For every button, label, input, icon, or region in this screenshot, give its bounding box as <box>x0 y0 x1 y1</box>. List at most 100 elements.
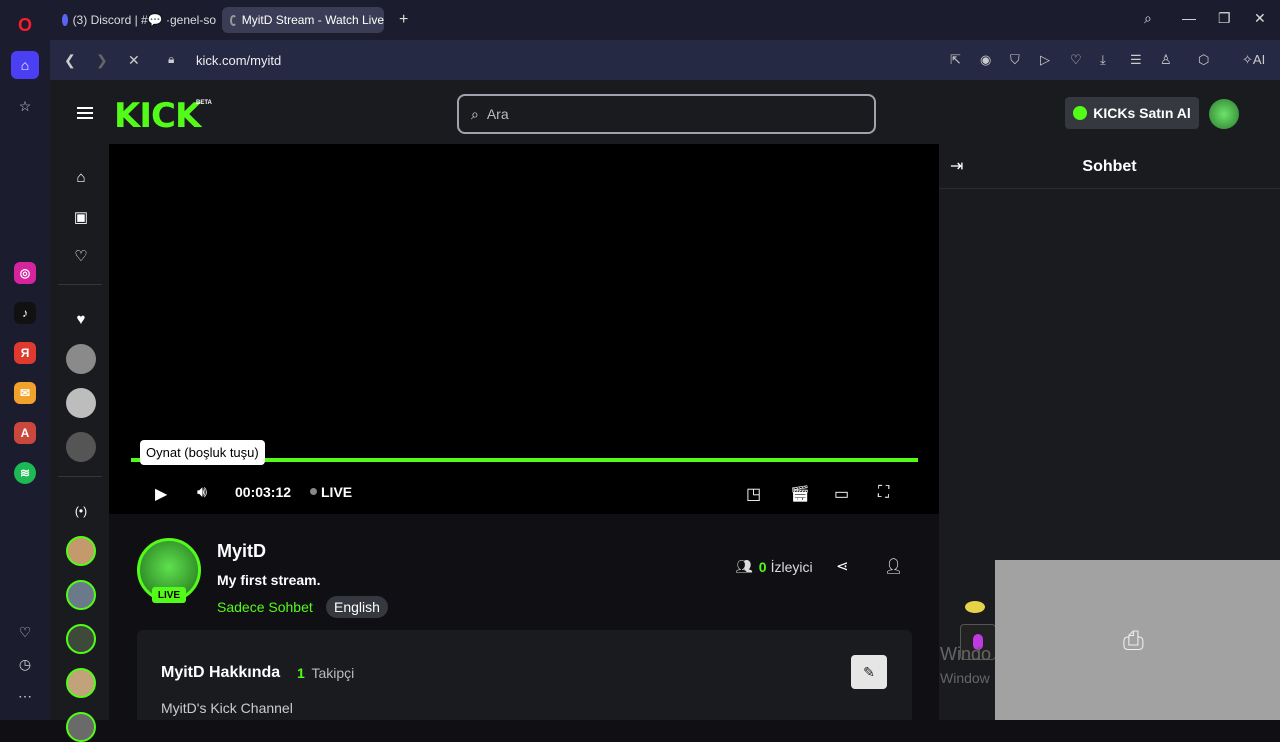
windows-watermark-sub: Window <box>940 670 990 686</box>
restore-icon[interactable]: ❐ <box>1218 10 1231 27</box>
stop-icon[interactable]: ✕ <box>128 52 140 69</box>
search-icon[interactable]: ⌕ <box>1144 10 1152 27</box>
search-input[interactable]: ⌕ Ara <box>457 94 876 134</box>
channel-name[interactable]: MyitD <box>217 541 266 562</box>
kick-logo[interactable]: KICK <box>114 96 201 136</box>
about-section: MyitD Hakkında 1 Takipçi ✎ MyitD's Kick … <box>137 630 912 720</box>
kicks-coin-icon <box>1073 106 1088 120</box>
beta-label: BETA <box>196 100 212 106</box>
heart-icon[interactable]: ♡ <box>1070 52 1082 68</box>
theater-mode-icon[interactable]: ▭ <box>834 484 849 504</box>
favorite-heart-icon[interactable]: ♥ <box>72 310 90 328</box>
printer-icon: ⎙ <box>1123 625 1144 655</box>
close-icon[interactable]: ✕ <box>1254 10 1266 27</box>
url-field[interactable]: kick.com/myitd <box>196 53 281 68</box>
ai-button[interactable]: ✧AI <box>1242 52 1265 68</box>
tiktok-icon[interactable]: ♪ <box>14 302 36 324</box>
translate-icon[interactable]: A <box>14 422 36 444</box>
recommended-channel-avatar[interactable] <box>66 712 96 742</box>
profile-icon[interactable]: ♙ <box>1160 52 1172 68</box>
sidebar-divider <box>58 476 102 477</box>
search-icon: ⌕ <box>471 105 479 122</box>
live-badge: LIVE <box>152 587 186 603</box>
edit-button[interactable]: ✎ <box>851 655 887 689</box>
recommended-channel-avatar[interactable] <box>66 668 96 698</box>
chat-panel: Sohbet ⇥ Windo Window ⎙ <box>939 144 1280 720</box>
collapse-chat-icon[interactable]: ⇥ <box>950 156 963 176</box>
viewer-count: 👥︎ 0 İzleyici <box>735 558 813 575</box>
user-avatar[interactable] <box>1209 99 1239 129</box>
about-description: MyitD's Kick Channel <box>161 700 293 716</box>
recommended-channel-avatar[interactable] <box>66 624 96 654</box>
download-icon[interactable]: ⤓ <box>1100 52 1106 68</box>
viewers-icon: 👥︎ <box>735 558 753 574</box>
instagram-icon[interactable]: ◎ <box>14 262 36 284</box>
chat-title: Sohbet <box>1082 158 1137 175</box>
opera-logo-icon[interactable]: O <box>11 11 39 39</box>
tab-discord[interactable]: (3) Discord | #💬 ·genel-so <box>54 7 216 33</box>
share-page-icon[interactable]: ⇱ <box>950 52 961 68</box>
sparkle-icon: ✧ <box>1242 52 1253 67</box>
buy-kicks-button[interactable]: KICKs Satın Al <box>1065 97 1199 129</box>
home-icon[interactable]: ⌂ <box>11 51 39 79</box>
viewers-label: İzleyici <box>770 558 813 575</box>
windows-watermark: Windo <box>940 644 992 664</box>
followed-channel-avatar[interactable] <box>66 344 96 374</box>
tab-strip: (3) Discord | #💬 ·genel-so MyitD Stream … <box>50 0 1280 40</box>
language-tag[interactable]: English <box>326 596 388 618</box>
menu-icon[interactable] <box>77 107 93 119</box>
pencil-icon: ✎ <box>863 663 875 680</box>
category-link[interactable]: Sadece Sohbet <box>217 599 313 615</box>
kick-header: KICK BETA ⌕ Ara KICKs Satın Al <box>50 80 1280 144</box>
recommended-channel-avatar[interactable] <box>66 580 96 610</box>
followed-channel-avatar[interactable] <box>66 388 96 418</box>
miniplayer-icon[interactable]: ◳ <box>746 484 761 504</box>
home-icon[interactable]: ⌂ <box>72 168 90 186</box>
lock-icon: 🔒︎ <box>168 52 175 66</box>
viewers-count: 0 <box>758 558 767 575</box>
live-label[interactable]: LIVE <box>321 484 352 500</box>
heart-icon[interactable]: ♡ <box>11 618 39 646</box>
follower-count: 1 Takipçi <box>297 665 354 681</box>
more-icon[interactable]: ⋯ <box>11 682 39 710</box>
minimize-icon[interactable]: — <box>1182 10 1196 26</box>
channel-info: LIVE MyitD My first stream. Sadece Sohbe… <box>109 514 939 720</box>
play-icon[interactable]: ▷ <box>1040 52 1050 68</box>
followed-channel-avatar[interactable] <box>66 432 96 462</box>
back-icon[interactable]: ❮ <box>64 52 76 69</box>
recommended-channel-avatar[interactable] <box>66 536 96 566</box>
live-dot <box>310 488 317 495</box>
video-player[interactable]: Oynat (boşluk tuşu) ▶ 🔊︎ 00:03:12 LIVE ◳… <box>109 144 939 514</box>
volume-icon[interactable]: 🔊︎ <box>197 484 207 502</box>
screen-overlay: ⎙ <box>995 560 1280 720</box>
cube-icon[interactable]: ⬡ <box>1198 52 1209 68</box>
new-tab-button[interactable]: + <box>395 7 415 33</box>
browse-icon[interactable]: ▣ <box>72 208 90 226</box>
shield-icon[interactable]: ⛉ <box>1010 52 1020 68</box>
share-icon[interactable]: ⋖ <box>836 557 849 575</box>
settings-icon[interactable]: ☰ <box>1130 52 1142 68</box>
camera-icon[interactable]: ◉ <box>980 52 991 68</box>
followers-count: 1 <box>297 665 305 681</box>
play-button[interactable]: ▶ <box>155 484 167 504</box>
history-icon[interactable]: ◷ <box>11 650 39 678</box>
loading-icon <box>230 14 237 26</box>
following-icon[interactable]: ♡ <box>72 247 90 265</box>
yandex-icon[interactable]: Я <box>14 342 36 364</box>
star-icon[interactable]: ☆ <box>11 92 39 120</box>
fullscreen-icon[interactable]: ⛶ <box>878 484 889 502</box>
tab-label: MyitD Stream - Watch Live <box>241 13 384 27</box>
spotify-icon[interactable]: ≋ <box>14 462 36 484</box>
emote-icon <box>965 601 985 613</box>
ai-label: AI <box>1252 52 1266 67</box>
add-user-icon[interactable]: 👤︎ <box>884 557 903 575</box>
kick-sidebar: ⌂ ▣ ♡ ♥ (•) <box>50 144 109 742</box>
forward-icon[interactable]: ❯ <box>96 52 108 69</box>
tab-kick[interactable]: MyitD Stream - Watch Live <box>222 7 384 33</box>
discord-icon <box>62 14 68 26</box>
address-bar: ❮ ❯ ✕ 🔒︎ kick.com/myitd ⇱ ◉ ⛉ ▷ ♡ ⤓ ☰ ♙ … <box>50 40 1280 80</box>
mail-icon[interactable]: ✉ <box>14 382 36 404</box>
clip-icon[interactable]: 🎬︎ <box>790 484 810 504</box>
chat-header: Sohbet ⇥ <box>939 144 1280 189</box>
live-broadcast-icon: (•) <box>74 504 88 518</box>
